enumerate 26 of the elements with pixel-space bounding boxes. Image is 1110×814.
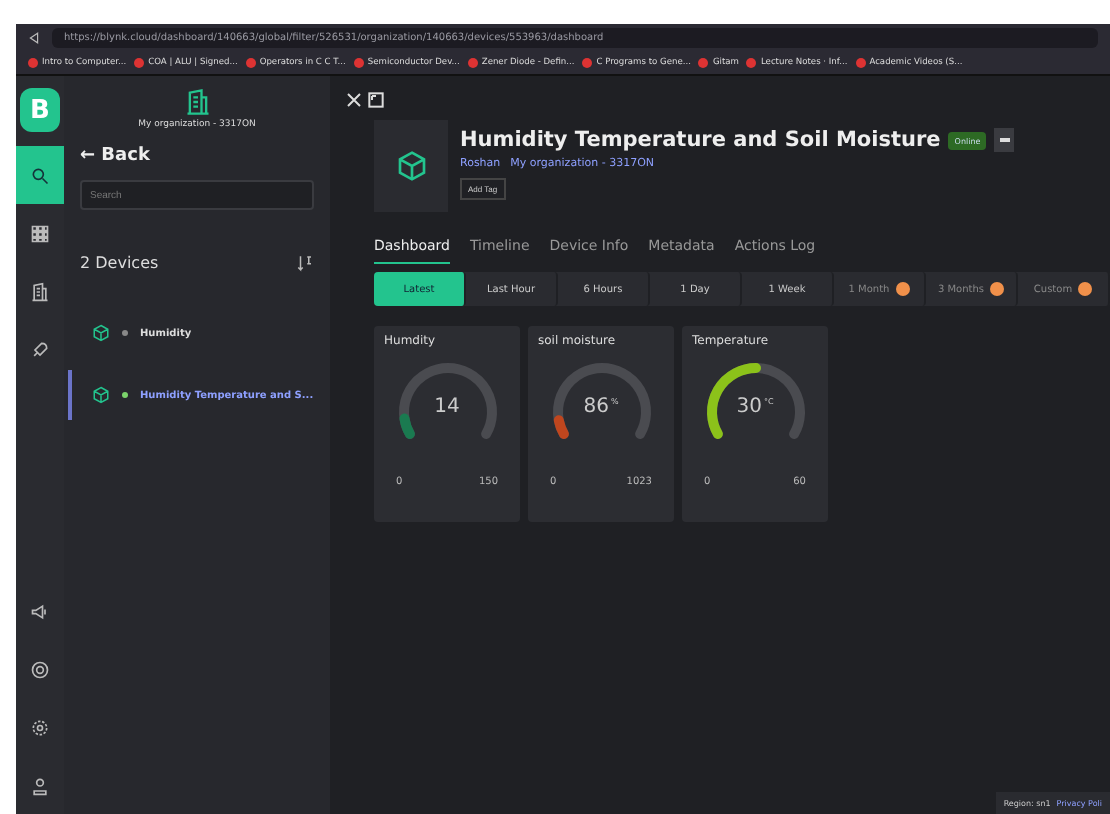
gauge-track xyxy=(398,363,496,439)
expand-icon[interactable] xyxy=(368,92,384,108)
close-icon[interactable] xyxy=(346,92,362,108)
cube-icon xyxy=(92,324,110,342)
building-icon xyxy=(183,88,211,116)
upgrade-badge-icon xyxy=(990,282,1005,296)
device-count: 2 Devices xyxy=(80,254,159,272)
lifebuoy-icon xyxy=(30,659,50,679)
megaphone-icon xyxy=(30,601,50,621)
minus-icon xyxy=(999,138,1010,142)
upgrade-badge-icon xyxy=(895,282,910,296)
cube-icon xyxy=(395,150,427,182)
building-icon xyxy=(30,281,50,301)
device-title: Humidity Temperature and Soil Moisture xyxy=(460,128,941,152)
upgrade-badge-icon xyxy=(1078,282,1093,296)
search-icon xyxy=(30,165,50,185)
user-icon xyxy=(30,775,50,795)
sort-icon[interactable] xyxy=(296,254,314,272)
settings-icon xyxy=(30,717,50,737)
back-link[interactable]: ← Back xyxy=(80,146,314,166)
back-icon[interactable] xyxy=(28,31,40,43)
gauge-track xyxy=(552,363,650,439)
cube-icon xyxy=(92,386,110,404)
more-button[interactable] xyxy=(994,128,1015,152)
grid-icon xyxy=(30,223,50,243)
gauge-value: 14 xyxy=(432,396,462,418)
